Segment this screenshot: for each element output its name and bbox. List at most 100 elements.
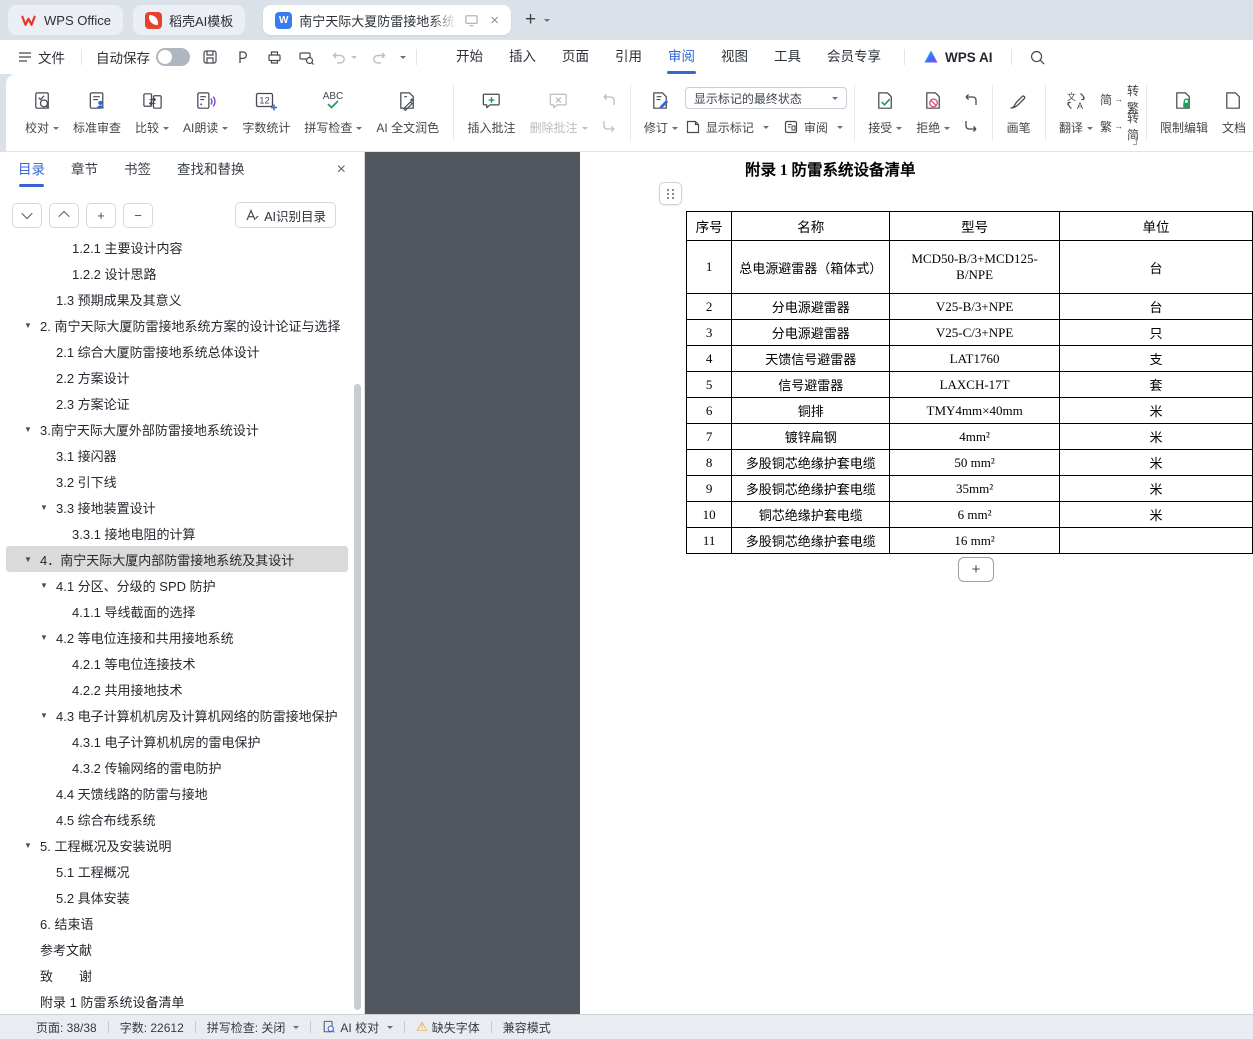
previous-revision-icon[interactable]: [962, 92, 980, 108]
word-count-button[interactable]: 12 字数统计: [235, 81, 297, 145]
toc-previous-button[interactable]: [49, 203, 79, 228]
toc-item[interactable]: 4.3.2 传输网络的雷电防护: [6, 754, 348, 780]
print-preview-button[interactable]: [290, 48, 322, 66]
table-cell[interactable]: 8: [687, 450, 732, 476]
collapse-triangle-icon[interactable]: ▼: [40, 711, 56, 720]
export-pdf-button[interactable]: [226, 48, 258, 66]
collapse-triangle-icon[interactable]: ▼: [40, 581, 56, 590]
table-cell[interactable]: 镀锌扁钢: [732, 424, 890, 450]
table-cell[interactable]: 6: [687, 398, 732, 424]
menu-tab-view[interactable]: 视图: [708, 40, 761, 74]
document-permission-button-clipped[interactable]: 文档: [1215, 81, 1253, 145]
toc-item[interactable]: 2.3 方案论证: [6, 390, 348, 416]
ai-recognize-toc-button[interactable]: AI识别目录: [235, 202, 336, 228]
sidebar-tab-find-replace[interactable]: 查找和替换: [177, 152, 245, 190]
ai-read-aloud-button[interactable]: AI朗读: [176, 81, 235, 145]
markup-state-select[interactable]: 显示标记的最终状态: [685, 87, 847, 109]
accept-revision-button[interactable]: 接受: [861, 81, 909, 145]
close-tab-icon[interactable]: ×: [486, 12, 503, 29]
collapse-triangle-icon[interactable]: ▼: [24, 555, 40, 564]
monitor-icon[interactable]: [464, 13, 479, 28]
translate-button[interactable]: 文A 翻译: [1052, 81, 1100, 145]
proofread-button[interactable]: 校对: [18, 81, 66, 145]
menu-tab-review[interactable]: 审阅: [655, 40, 708, 74]
menu-tab-tools[interactable]: 工具: [761, 40, 814, 74]
table-cell[interactable]: 5: [687, 372, 732, 398]
table-cell[interactable]: 10: [687, 502, 732, 528]
table-cell[interactable]: 分电源避雷器: [732, 294, 890, 320]
sidebar-tab-chapters[interactable]: 章节: [71, 152, 98, 190]
table-cell[interactable]: 7: [687, 424, 732, 450]
search-button[interactable]: [1022, 49, 1053, 66]
compare-button[interactable]: 比较: [128, 81, 176, 145]
table-cell[interactable]: 16 mm²: [890, 528, 1060, 554]
tab-document[interactable]: W 南宁天际大夏防雷接地系统设 ×: [263, 5, 511, 35]
sidebar-tab-contents[interactable]: 目录: [18, 152, 45, 190]
toc-item[interactable]: 3.1 接闪器: [6, 442, 348, 468]
toc-item[interactable]: 4.1.1 导线截面的选择: [6, 598, 348, 624]
table-cell[interactable]: 多股铜芯绝缘护套电缆: [732, 528, 890, 554]
menu-tab-reference[interactable]: 引用: [602, 40, 655, 74]
table-cell[interactable]: 总电源避雷器（箱体式）: [732, 241, 890, 294]
wps-ai-button[interactable]: WPS AI: [915, 49, 1001, 65]
quick-access-chevron-icon[interactable]: [400, 56, 406, 62]
redo-button[interactable]: [364, 48, 396, 66]
table-cell[interactable]: 4mm²: [890, 424, 1060, 450]
table-cell[interactable]: TMY4mm×40mm: [890, 398, 1060, 424]
table-cell[interactable]: 分电源避雷器: [732, 320, 890, 346]
table-cell[interactable]: 6 mm²: [890, 502, 1060, 528]
table-cell[interactable]: 台: [1060, 241, 1253, 294]
table-cell[interactable]: 米: [1060, 450, 1253, 476]
toc-item[interactable]: ▼4.3 电子计算机机房及计算机网络的防雷接地保护: [6, 702, 348, 728]
toc-expand-all-button[interactable]: +: [86, 203, 116, 228]
table-cell[interactable]: 35mm²: [890, 476, 1060, 502]
table-cell[interactable]: V25-C/3+NPE: [890, 320, 1060, 346]
menu-tab-member[interactable]: 会员专享: [814, 40, 894, 74]
toc-item[interactable]: 3.3.1 接地电阻的计算: [6, 520, 348, 546]
table-cell[interactable]: MCD50-B/3+MCD125-B/NPE: [890, 241, 1060, 294]
toc-item[interactable]: 1.2.2 设计思路: [6, 260, 348, 286]
menu-tab-insert[interactable]: 插入: [496, 40, 549, 74]
print-button[interactable]: [258, 48, 290, 66]
toc-item[interactable]: 参考文献: [6, 936, 348, 962]
spell-check-button[interactable]: ABC 拼写检查: [297, 81, 369, 145]
table-cell[interactable]: 50 mm²: [890, 450, 1060, 476]
table-cell[interactable]: 铜芯绝缘护套电缆: [732, 502, 890, 528]
table-cell[interactable]: [1060, 528, 1253, 554]
save-button[interactable]: [194, 48, 226, 66]
toc-collapse-all-button[interactable]: −: [123, 203, 153, 228]
collapse-triangle-icon[interactable]: ▼: [40, 503, 56, 512]
collapse-triangle-icon[interactable]: ▼: [24, 425, 40, 434]
page-indicator[interactable]: 页面: 38/38: [36, 1019, 97, 1036]
tab-docer-ai-templates[interactable]: 稻壳AI模板: [133, 5, 245, 35]
table-cell[interactable]: 套: [1060, 372, 1253, 398]
table-cell[interactable]: 11: [687, 528, 732, 554]
toc-item[interactable]: 4.2.1 等电位连接技术: [6, 650, 348, 676]
toc-item[interactable]: ▼3.南宁天际大厦外部防雷接地系统设计: [6, 416, 348, 442]
toc-item[interactable]: 3.2 引下线: [6, 468, 348, 494]
table-cell[interactable]: 铜排: [732, 398, 890, 424]
table-cell[interactable]: 信号避雷器: [732, 372, 890, 398]
next-revision-icon[interactable]: [962, 118, 980, 134]
table-cell[interactable]: 1: [687, 241, 732, 294]
word-count-indicator[interactable]: 字数: 22612: [120, 1019, 184, 1036]
table-cell[interactable]: 天馈信号避雷器: [732, 346, 890, 372]
toc-item[interactable]: ▼3.3 接地装置设计: [6, 494, 348, 520]
restrict-editing-button[interactable]: 限制编辑: [1153, 81, 1215, 145]
menu-tab-home[interactable]: 开始: [443, 40, 496, 74]
toc-item[interactable]: 6. 结束语: [6, 910, 348, 936]
table-cell[interactable]: LAXCH-17T: [890, 372, 1060, 398]
insert-comment-button[interactable]: 插入批注: [460, 81, 522, 145]
undo-button[interactable]: [322, 48, 364, 66]
table-handle-button[interactable]: [659, 182, 682, 205]
table-cell[interactable]: 9: [687, 476, 732, 502]
toc-item[interactable]: ▼4.2 等电位连接和共用接地系统: [6, 624, 348, 650]
table-cell[interactable]: 米: [1060, 424, 1253, 450]
toc-item[interactable]: 5.1 工程概况: [6, 858, 348, 884]
toc-item[interactable]: 5.2 具体安装: [6, 884, 348, 910]
table-cell[interactable]: 台: [1060, 294, 1253, 320]
new-tab-button[interactable]: +: [525, 9, 536, 31]
table-cell[interactable]: 米: [1060, 398, 1253, 424]
table-cell[interactable]: 多股铜芯绝缘护套电缆: [732, 476, 890, 502]
toc-item[interactable]: 2.2 方案设计: [6, 364, 348, 390]
